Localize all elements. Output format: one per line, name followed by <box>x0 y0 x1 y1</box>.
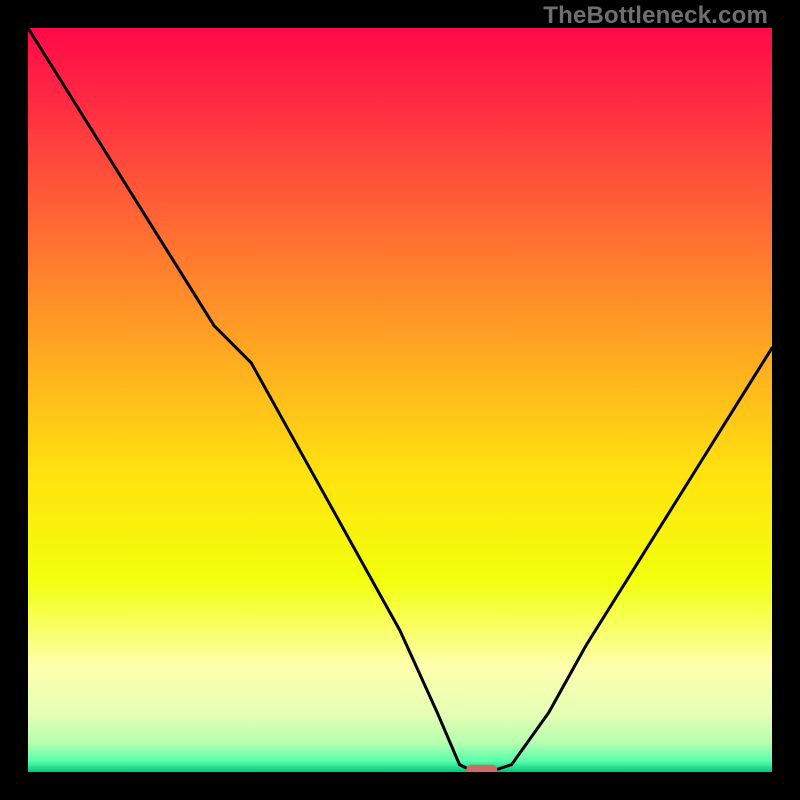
watermark-text: TheBottleneck.com <box>543 2 768 30</box>
sweet-spot-marker <box>466 765 497 772</box>
chart-frame: TheBottleneck.com <box>0 0 800 800</box>
gradient-background <box>28 28 772 772</box>
bottleneck-chart <box>28 28 772 772</box>
plot-area <box>28 28 772 772</box>
